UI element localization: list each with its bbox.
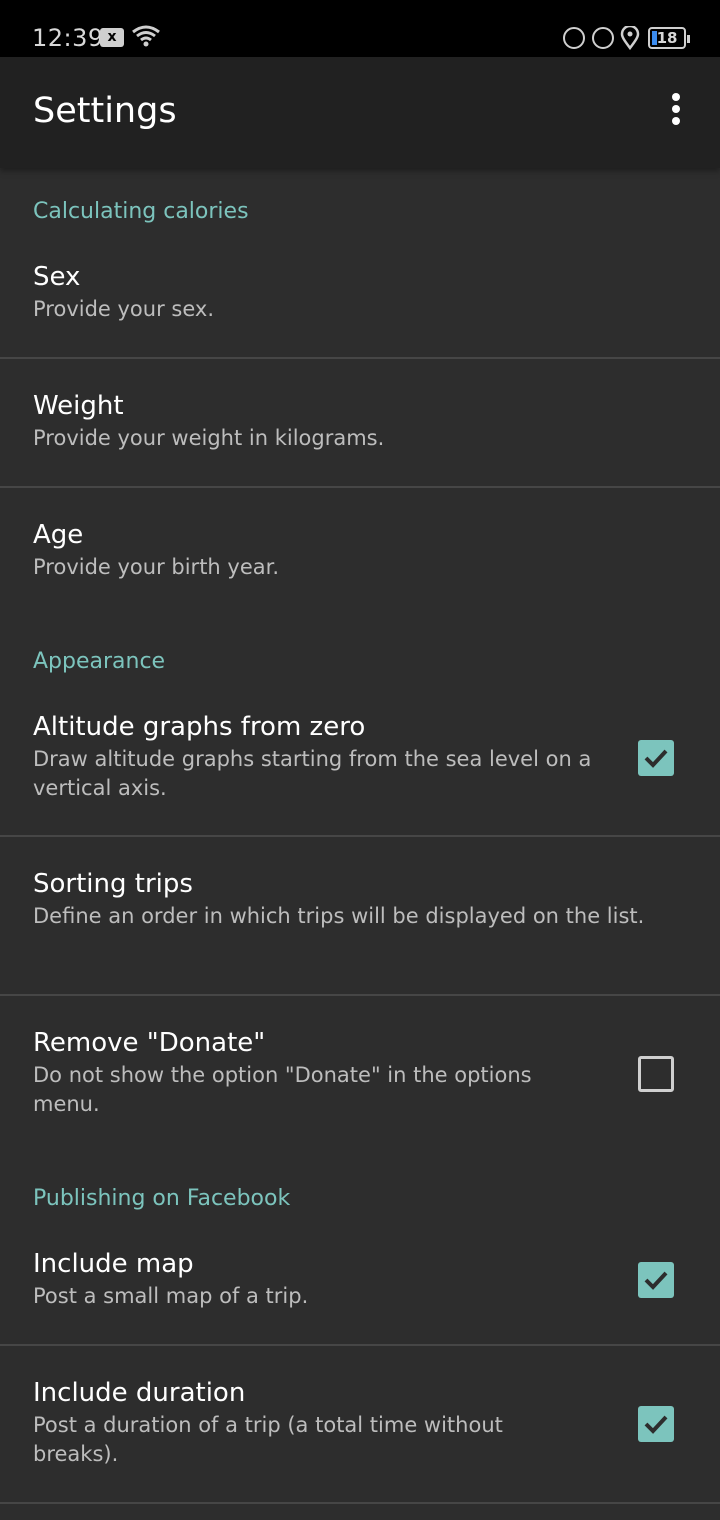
page-title: Settings: [33, 91, 177, 131]
location-icon: [620, 26, 640, 50]
x-notification-icon: x: [100, 28, 124, 47]
checkbox-altitude-graphs[interactable]: [638, 740, 674, 776]
checkbox-include-duration[interactable]: [638, 1406, 674, 1442]
divider: [0, 1502, 720, 1504]
pref-title: Age: [33, 520, 84, 550]
pref-title: Altitude graphs from zero: [33, 712, 366, 742]
pref-summary: Draw altitude graphs starting from the s…: [33, 747, 592, 800]
pref-title: Remove "Donate": [33, 1028, 266, 1058]
category-publishing-on-facebook: Publishing on Facebook: [33, 1186, 291, 1211]
pref-weight[interactable]: Weight Provide your weight in kilograms.: [0, 359, 720, 486]
check-icon: [644, 1271, 668, 1290]
status-bar: 12:39 x 18: [0, 0, 720, 57]
pref-summary: Define an order in which trips will be d…: [33, 904, 645, 928]
pref-altitude-graphs-from-zero[interactable]: Altitude graphs from zero Draw altitude …: [0, 698, 720, 835]
pref-summary: Do not show the option "Donate" in the o…: [33, 1063, 532, 1116]
pref-include-map[interactable]: Include map Post a small map of a trip.: [0, 1235, 720, 1344]
category-calculating-calories: Calculating calories: [33, 199, 249, 224]
checkbox-include-map[interactable]: [638, 1262, 674, 1298]
pref-title: Sorting trips: [33, 869, 193, 899]
pref-title: Sex: [33, 262, 81, 292]
battery-icon: 18: [648, 27, 690, 49]
pref-summary: Post a small map of a trip.: [33, 1284, 309, 1308]
pref-remove-donate[interactable]: Remove "Donate" Do not show the option "…: [0, 996, 720, 1146]
pref-include-duration[interactable]: Include duration Post a duration of a tr…: [0, 1346, 720, 1502]
more-vert-icon[interactable]: [664, 93, 688, 133]
pref-summary: Post a duration of a trip (a total time …: [33, 1413, 503, 1466]
pref-sorting-trips[interactable]: Sorting trips Define an order in which t…: [0, 837, 720, 994]
checkbox-remove-donate[interactable]: [638, 1056, 674, 1092]
pref-sex[interactable]: Sex Provide your sex.: [0, 248, 720, 357]
screen-lock-rotation-icon: [592, 27, 614, 49]
status-time: 12:39: [32, 24, 104, 52]
pref-summary: Provide your weight in kilograms.: [33, 426, 385, 450]
category-appearance: Appearance: [33, 649, 166, 674]
pref-age[interactable]: Age Provide your birth year.: [0, 488, 720, 608]
check-icon: [644, 1415, 668, 1434]
battery-level: 18: [656, 29, 678, 47]
pref-title: Weight: [33, 391, 124, 421]
pref-title: Include duration: [33, 1378, 246, 1408]
app-bar: Settings: [0, 57, 720, 168]
wifi-icon: [132, 25, 160, 47]
pref-title: Include map: [33, 1249, 194, 1279]
pref-summary: Provide your sex.: [33, 297, 214, 321]
check-icon: [644, 749, 668, 768]
data-saver-icon: [563, 27, 585, 49]
pref-summary: Provide your birth year.: [33, 555, 280, 579]
